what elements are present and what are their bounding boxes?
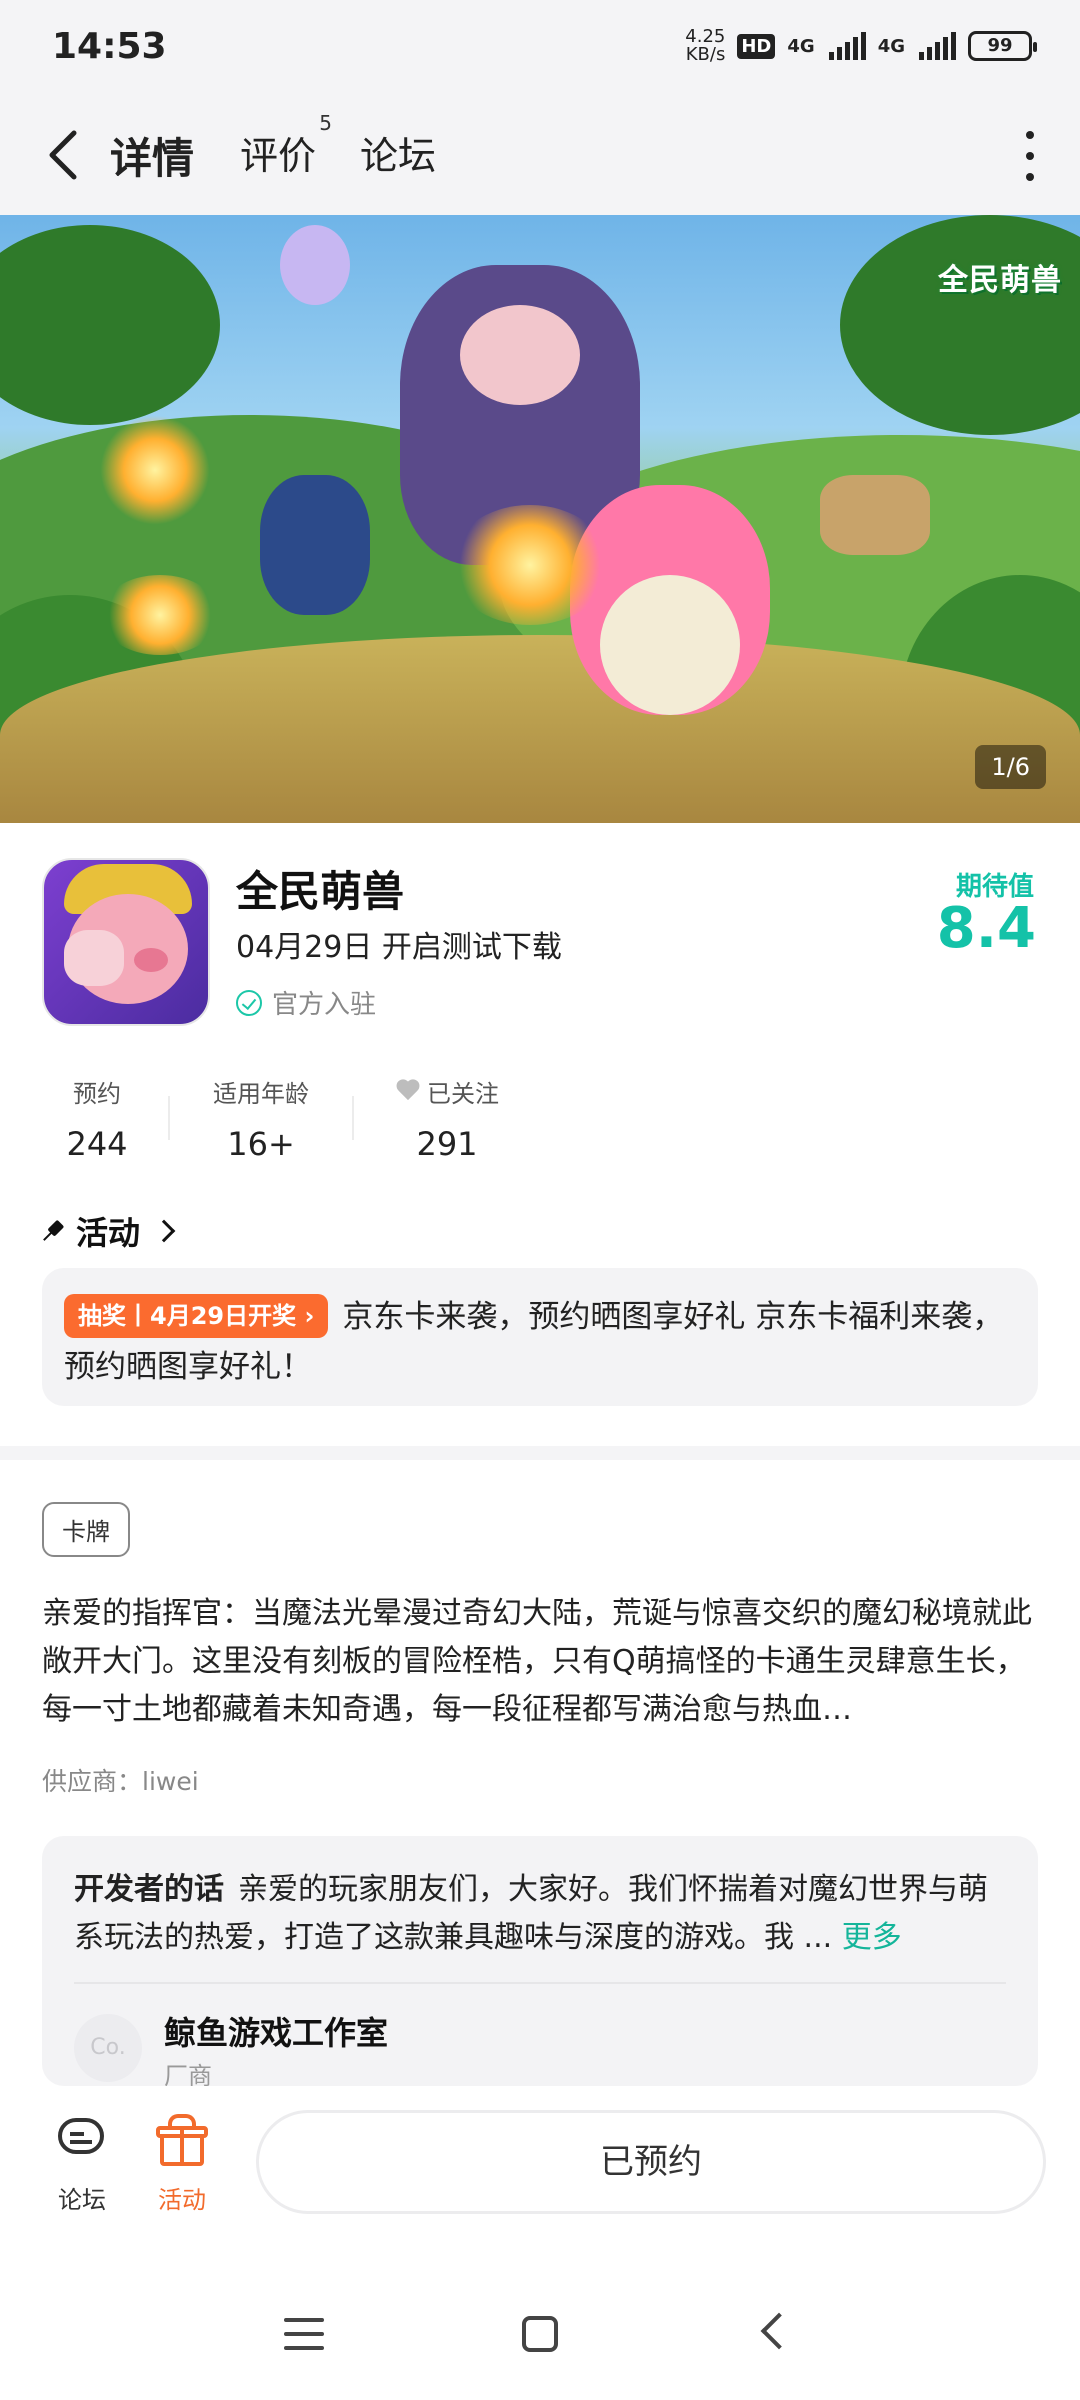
gift-icon [154,2114,210,2170]
net-speed: 4.25 KB/s [685,26,726,65]
tab-forum[interactable]: 论坛 [360,125,436,180]
developer-name[interactable]: 鲸鱼游戏工作室 [164,2008,388,2054]
tab-details[interactable]: 详情 [106,125,202,188]
signal-icon [828,32,866,60]
stat-age-rating: 适用年龄 16+ [213,1080,309,1163]
developer-note: 开发者的话 亲爱的玩家朋友们，大家好。我们怀揣着对魔幻世界与萌系玩法的热爱，打造了… [74,1872,988,1955]
lottery-tag[interactable]: 抽奖丨4月29日开奖 › [64,1294,329,1338]
check-circle-icon [236,989,262,1016]
activity-button[interactable]: 活动 [142,2114,222,2215]
signal-label-2: 4G [877,35,905,57]
menu-icon[interactable] [284,2318,324,2350]
chevron-right-icon [152,1219,176,1243]
status-time: 14:53 [52,26,167,67]
stat-followers[interactable]: 已关注 291 [372,1074,522,1163]
supplier-info: 供应商：liwei [42,1767,199,1796]
activity-header[interactable]: 活动 [42,1208,176,1254]
blue-character [260,475,370,615]
status-bar: 14:53 4.25 KB/s HD 4G 4G 99 [0,0,1080,95]
activity-card[interactable]: 抽奖丨4月29日开奖 › 京东卡来袭，预约晒图享好礼 京东卡福利来袭，预约晒图享好… [42,1268,1038,1406]
image-counter: 1/6 [975,745,1046,789]
developer-avatar[interactable]: Co. [74,2014,142,2082]
game-title: 全民萌兽 [236,867,405,916]
hd-icon: HD [737,33,776,59]
expect-score: 8.4 [936,896,1036,961]
genre-tag[interactable]: 卡牌 [42,1502,130,1557]
test-date: 04月29日 开启测试下载 [236,930,562,965]
more-options-icon[interactable] [1022,131,1038,181]
pin-icon [37,1215,68,1246]
forum-button[interactable]: 论坛 [42,2114,122,2215]
developer-card[interactable]: 开发者的话 亲爱的玩家朋友们，大家好。我们怀揣着对魔幻世界与萌系玩法的热爱，打造了… [42,1836,1038,2086]
status-icons: 4.25 KB/s HD 4G 4G 99 [685,26,1037,65]
section-divider [0,1446,1080,1460]
signal-label-1: 4G [787,35,815,57]
game-logo: 全民萌兽 [938,263,1062,298]
battery-icon: 99 [968,31,1037,61]
game-description[interactable]: 亲爱的指挥官：当魔法光晕漫过奇幻大陆，荒诞与惊喜交织的魔幻秘境就此敞开大门。这里… [42,1590,1038,1734]
reviews-count-badge: 5 [319,111,333,135]
stat-reservations: 预约 244 [66,1080,128,1163]
developer-role: 厂商 [164,2062,212,2086]
more-link[interactable]: 更多 [842,1920,902,1955]
reserved-button[interactable]: 已预约 [256,2110,1046,2214]
back-icon[interactable] [40,125,90,185]
official-badge: 官方入驻 [236,984,376,1021]
signal-icon [919,32,956,60]
tab-reviews[interactable]: 评价 5 [240,111,332,180]
home-icon[interactable] [522,2316,558,2352]
hero-banner[interactable]: 全民萌兽 1/6 [0,215,1080,823]
forum-icon [54,2114,110,2170]
heart-icon [395,1080,421,1104]
app-icon [42,858,210,1026]
top-nav: 详情 评价 5 论坛 [0,95,1080,215]
